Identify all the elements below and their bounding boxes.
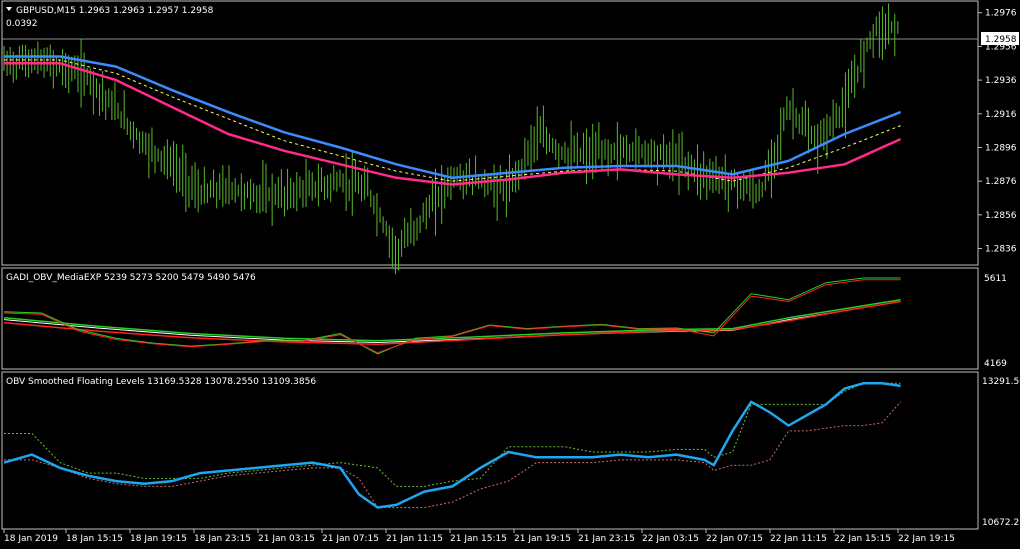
x-axis: 18 Jan 2019 18 Jan 15:15 18 Jan 19:15 18 Ja…: [3, 529, 955, 544]
main-y-tick-label: 1.2856: [985, 211, 1017, 221]
x-tick-label: 18 Jan 15:15: [66, 534, 123, 544]
x-tick-label: 22 Jan 19:15: [898, 534, 955, 544]
gadi-panel-frame: [1, 267, 979, 370]
obv-y-tick-top: 13291.50: [982, 377, 1020, 387]
obv-y-tick-bottom: 10672.25: [982, 518, 1020, 528]
x-tick-label: 21 Jan 07:15: [322, 534, 379, 544]
x-tick-label: 21 Jan 03:15: [258, 534, 315, 544]
main-y-tick-label: 1.2976: [985, 9, 1017, 19]
gadi-y-tick-bottom: 4169: [984, 359, 1007, 369]
x-tick-label: 22 Jan 07:15: [706, 534, 763, 544]
x-tick-label: 18 Jan 19:15: [130, 534, 187, 544]
x-tick-label: 22 Jan 11:15: [770, 534, 827, 544]
main-panel-frame: [1, 0, 979, 266]
main-y-tick-label: 1.2936: [985, 76, 1017, 86]
obv-title: OBV Smoothed Floating Levels 13169.5328 …: [6, 377, 316, 387]
gadi-y-tick-top: 5611: [984, 274, 1007, 284]
x-tick-label: 21 Jan 11:15: [386, 534, 443, 544]
chart-canvas[interactable]: GBPUSD,M15 1.2963 1.2963 1.2957 1.2958 0…: [0, 0, 1020, 549]
main-title: GBPUSD,M15 1.2963 1.2963 1.2957 1.2958: [16, 6, 214, 16]
current-price-label: 1.2958: [985, 35, 1017, 45]
x-tick-label: 18 Jan 2019: [4, 534, 58, 544]
x-tick-label: 18 Jan 23:15: [194, 534, 251, 544]
main-y-tick-label: 1.2916: [985, 110, 1017, 120]
x-tick-label: 22 Jan 03:15: [642, 534, 699, 544]
x-tick-label: 21 Jan 19:15: [514, 534, 571, 544]
gadi-title: GADI_OBV_MediaEXP 5239 5273 5200 5479 54…: [6, 273, 256, 283]
main-y-tick-label: 1.2836: [985, 245, 1017, 255]
x-tick-label: 22 Jan 15:15: [834, 534, 891, 544]
obv-panel-frame: [1, 371, 979, 530]
main-y-axis: 1.29761.29561.29361.29161.28961.28761.28…: [978, 9, 1017, 255]
x-tick-label: 21 Jan 15:15: [450, 534, 507, 544]
x-tick-label: 21 Jan 23:15: [578, 534, 635, 544]
main-sub-label: 0.0392: [6, 19, 38, 29]
main-y-tick-label: 1.2876: [985, 177, 1017, 187]
main-y-tick-label: 1.2896: [985, 143, 1017, 153]
